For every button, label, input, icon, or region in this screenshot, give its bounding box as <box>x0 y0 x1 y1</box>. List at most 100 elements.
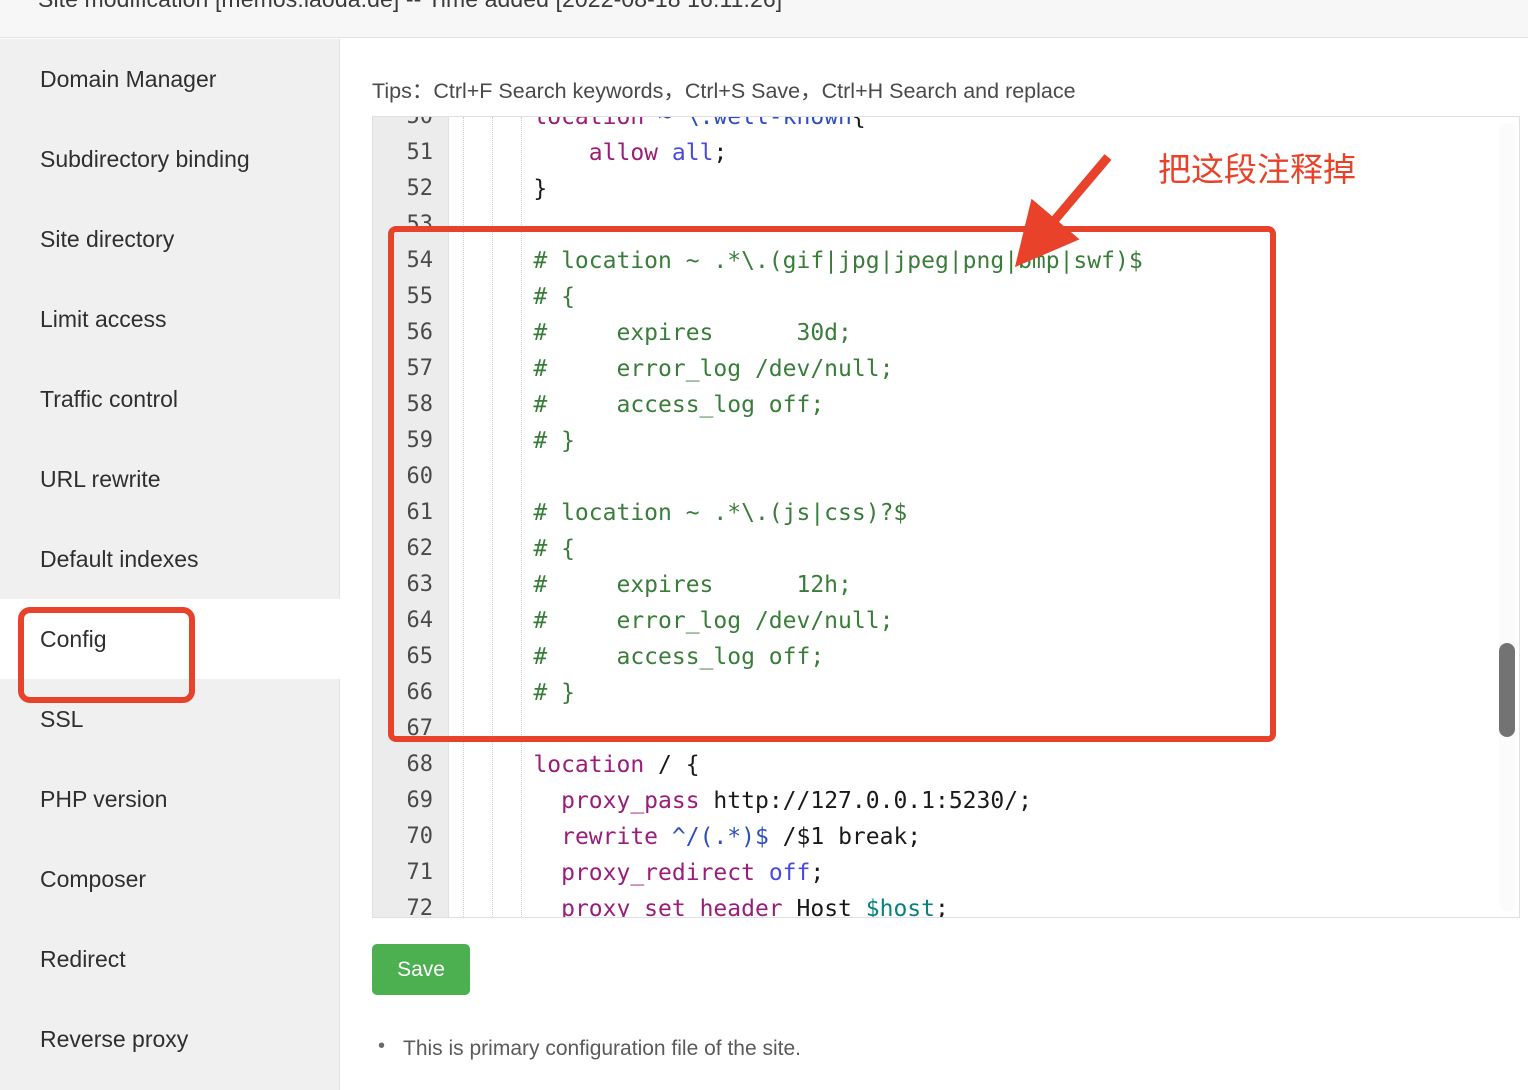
code-line[interactable]: 63 # expires 12h; <box>373 567 1519 603</box>
line-number: 71 <box>373 855 449 891</box>
sidebar-item-ssl[interactable]: SSL <box>0 679 339 759</box>
code-line[interactable]: 66 # } <box>373 675 1519 711</box>
code-editor[interactable]: 50 location ~ \.well-known{51 allow all;… <box>372 116 1520 918</box>
code-lines[interactable]: 50 location ~ \.well-known{51 allow all;… <box>373 116 1519 899</box>
code-line[interactable]: 62 # { <box>373 531 1519 567</box>
code-token <box>478 140 589 166</box>
sidebar-item-composer[interactable]: Composer <box>0 839 339 919</box>
line-number: 55 <box>373 279 449 315</box>
code-token: proxy_redirect <box>561 860 755 886</box>
code-token: $host <box>866 896 935 918</box>
code-line[interactable]: 51 allow all; <box>373 135 1519 171</box>
code-token <box>478 788 561 814</box>
code-line[interactable]: 55 # { <box>373 279 1519 315</box>
code-token: # error_log /dev/null; <box>478 608 893 634</box>
code-token <box>755 860 769 886</box>
sidebar-item-site-directory[interactable]: Site directory <box>0 199 339 279</box>
code-line[interactable]: 57 # error_log /dev/null; <box>373 351 1519 387</box>
code-token: # } <box>478 428 575 454</box>
code-line[interactable]: 54 # location ~ .*\.(gif|jpg|jpeg|png|bm… <box>373 243 1519 279</box>
sidebar-item-label: Limit access <box>40 306 167 333</box>
code-token: /$1 break; <box>769 824 921 850</box>
code-token: ; <box>935 896 949 918</box>
code-token: # { <box>478 284 575 310</box>
line-number: 53 <box>373 207 449 243</box>
code-line[interactable]: 56 # expires 30d; <box>373 315 1519 351</box>
line-number: 64 <box>373 603 449 639</box>
code-line[interactable]: 70 rewrite ^/(.*)$ /$1 break; <box>373 819 1519 855</box>
code-line[interactable]: 72 proxy_set_header Host $host; <box>373 891 1519 918</box>
sidebar-item-limit-access[interactable]: Limit access <box>0 279 339 359</box>
code-line[interactable]: 64 # error_log /dev/null; <box>373 603 1519 639</box>
line-number: 60 <box>373 459 449 495</box>
code-text: proxy_pass http://127.0.0.1:5230/; <box>449 783 1032 819</box>
code-text: proxy_redirect off; <box>449 855 824 891</box>
sidebar-item-redirect[interactable]: Redirect <box>0 919 339 999</box>
sidebar-item-php-version[interactable]: PHP version <box>0 759 339 839</box>
line-number: 58 <box>373 387 449 423</box>
window-titlebar: Site modification [memos.laoda.de] -- Ti… <box>0 0 1528 38</box>
save-button[interactable]: Save <box>372 944 470 995</box>
code-text: # { <box>449 531 575 567</box>
code-line[interactable]: 52 } <box>373 171 1519 207</box>
code-text: rewrite ^/(.*)$ /$1 break; <box>449 819 921 855</box>
code-token: } <box>478 176 547 202</box>
code-line[interactable]: 58 # access_log off; <box>373 387 1519 423</box>
code-line[interactable]: 60 <box>373 459 1519 495</box>
code-token: # } <box>478 680 575 706</box>
sidebar-item-url-rewrite[interactable]: URL rewrite <box>0 439 339 519</box>
code-token: all <box>672 140 714 166</box>
code-line[interactable]: 59 # } <box>373 423 1519 459</box>
sidebar-item-traffic-control[interactable]: Traffic control <box>0 359 339 439</box>
code-text: } <box>449 171 547 207</box>
code-token: ^/(.*)$ <box>672 824 769 850</box>
sidebar-item-label: Reverse proxy <box>40 1026 188 1053</box>
code-token <box>478 860 561 886</box>
code-text: # error_log /dev/null; <box>449 351 893 387</box>
sidebar-item-label: Config <box>40 626 106 653</box>
sidebar-item-label: Site directory <box>40 226 174 253</box>
code-line[interactable]: 68 location / { <box>373 747 1519 783</box>
line-number: 62 <box>373 531 449 567</box>
editor-scrollbar[interactable] <box>1499 123 1515 911</box>
code-text <box>449 711 478 747</box>
code-token: proxy_pass <box>561 788 699 814</box>
code-line[interactable]: 50 location ~ \.well-known{ <box>373 116 1519 135</box>
settings-sidebar: Domain Manager Subdirectory binding Site d… <box>0 39 340 1090</box>
sidebar-item-config[interactable]: Config <box>0 599 342 679</box>
code-line[interactable]: 67 <box>373 711 1519 747</box>
code-token: # access_log off; <box>478 644 824 670</box>
sidebar-item-label: Redirect <box>40 946 126 973</box>
sidebar-item-domain-manager[interactable]: Domain Manager <box>0 39 339 119</box>
code-token: # access_log off; <box>478 392 824 418</box>
code-text: # { <box>449 279 575 315</box>
code-line[interactable]: 53 <box>373 207 1519 243</box>
code-token: allow <box>589 140 658 166</box>
code-text: allow all; <box>449 135 727 171</box>
line-number: 63 <box>373 567 449 603</box>
code-text: # location ~ .*\.(gif|jpg|jpeg|png|bmp|s… <box>449 243 1143 279</box>
sidebar-item-label: Domain Manager <box>40 66 216 93</box>
line-number: 65 <box>373 639 449 675</box>
editor-scrollbar-thumb[interactable] <box>1499 643 1515 737</box>
line-number: 59 <box>373 423 449 459</box>
code-line[interactable]: 71 proxy_redirect off; <box>373 855 1519 891</box>
code-text: # expires 12h; <box>449 567 852 603</box>
code-text: # } <box>449 423 575 459</box>
sidebar-item-subdirectory-binding[interactable]: Subdirectory binding <box>0 119 339 199</box>
code-line[interactable]: 69 proxy_pass http://127.0.0.1:5230/; <box>373 783 1519 819</box>
sidebar-item-reverse-proxy[interactable]: Reverse proxy <box>0 999 339 1079</box>
code-line[interactable]: 61 # location ~ .*\.(js|css)?$ <box>373 495 1519 531</box>
code-token: # expires 12h; <box>478 572 852 598</box>
sidebar-item-label: SSL <box>40 706 83 733</box>
code-text: # expires 30d; <box>449 315 852 351</box>
code-text: # access_log off; <box>449 639 824 675</box>
line-number: 56 <box>373 315 449 351</box>
code-token: Host <box>783 896 866 918</box>
code-line[interactable]: 65 # access_log off; <box>373 639 1519 675</box>
sidebar-item-default-indexes[interactable]: Default indexes <box>0 519 339 599</box>
code-token: ~ \.well-known <box>658 116 852 130</box>
note-item: This is primary configuration file of th… <box>372 1037 801 1061</box>
main-content: Tips：Ctrl+F Search keywords，Ctrl+S Save，… <box>341 39 1528 1090</box>
code-text: proxy_set_header Host $host; <box>449 891 949 918</box>
